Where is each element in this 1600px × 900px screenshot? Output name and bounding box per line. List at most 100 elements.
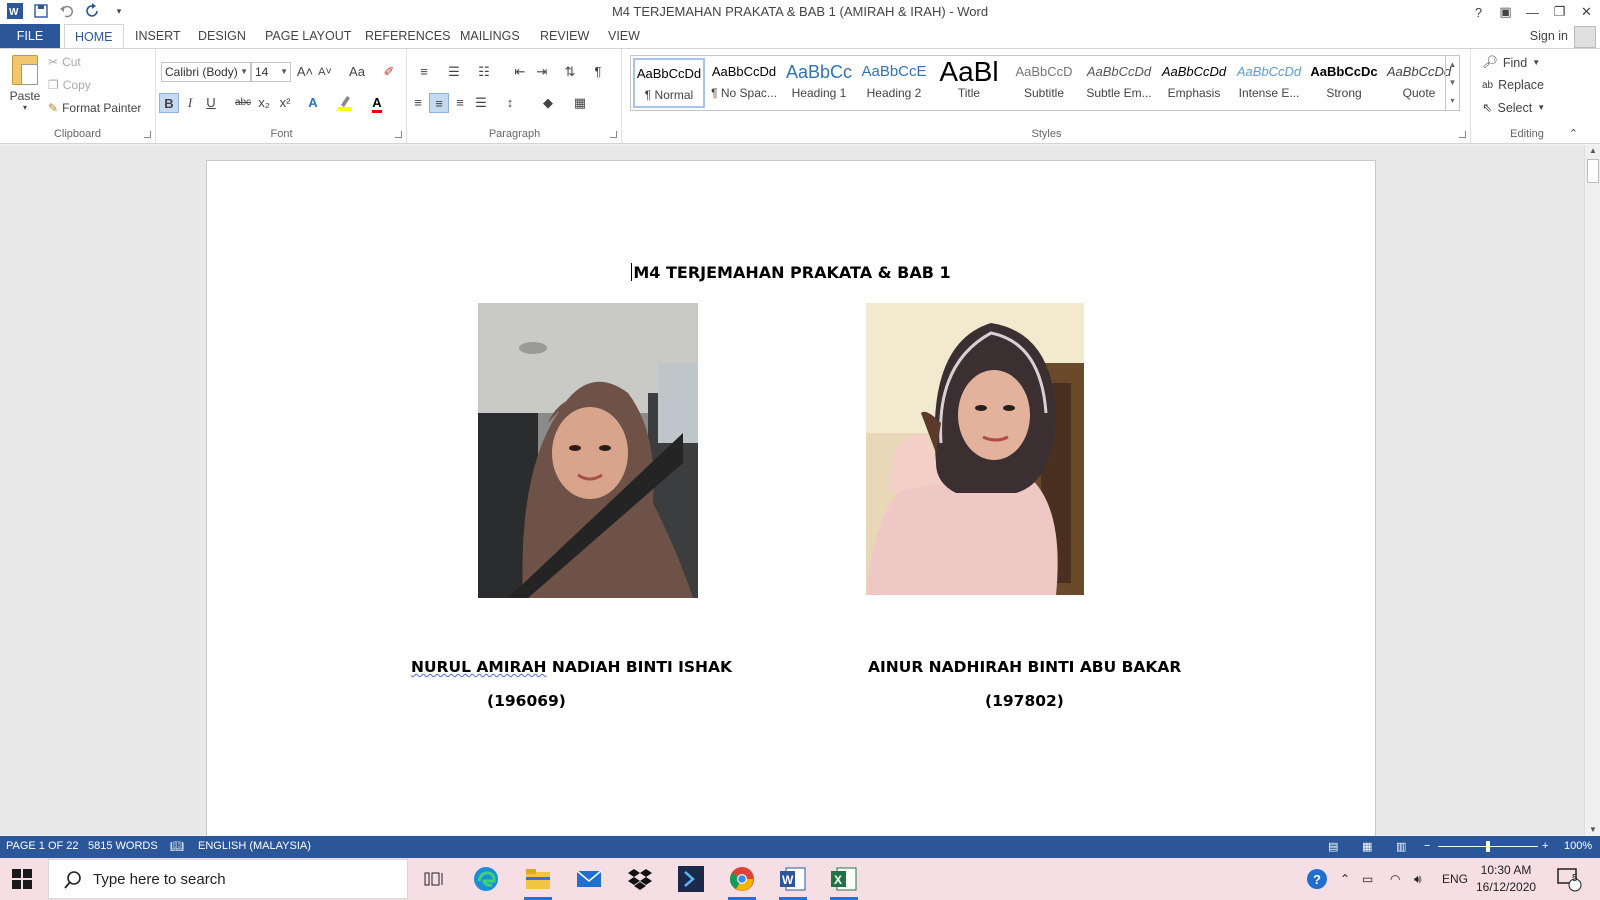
close-button[interactable]: ✕ — [1573, 0, 1600, 24]
highlight-color-button[interactable] — [335, 93, 355, 113]
help-tray-icon[interactable]: ? — [1306, 858, 1328, 900]
copy-button[interactable]: ❐ Copy — [48, 78, 91, 92]
borders-icon[interactable]: ▦ — [570, 93, 590, 113]
document-page[interactable]: M4 TERJEMAHAN PRAKATA & BAB 1 NURUL AMIR… — [206, 160, 1376, 840]
excel-taskbar-icon[interactable]: X — [828, 864, 860, 900]
photo-ainur-nadhirah[interactable] — [866, 303, 1084, 595]
font-launcher-icon[interactable] — [395, 131, 402, 138]
person-1-id[interactable]: (196069) — [487, 692, 566, 710]
word-count[interactable]: 5815 WORDS — [88, 840, 158, 852]
superscript-button[interactable]: x² — [275, 93, 295, 113]
collapse-ribbon-icon[interactable]: ⌃ — [1569, 127, 1578, 140]
photo-nurul-amirah[interactable] — [478, 303, 698, 598]
tab-insert[interactable]: INSERT — [125, 24, 191, 48]
align-right-icon[interactable]: ≡ — [450, 93, 470, 113]
bullets-icon[interactable]: ≡ — [414, 62, 434, 82]
web-layout-icon[interactable]: ▥ — [1396, 840, 1406, 853]
styles-launcher-icon[interactable] — [1459, 131, 1466, 138]
decrease-indent-icon[interactable]: ⇤ — [510, 62, 530, 82]
chrome-icon[interactable] — [726, 864, 758, 900]
increase-indent-icon[interactable]: ⇥ — [532, 62, 552, 82]
select-button[interactable]: ⇖ Select ▼ — [1482, 100, 1545, 116]
person-2-name[interactable]: AINUR NADHIRAH BINTI ABU BAKAR — [868, 658, 1181, 676]
ribbon-display-options-button[interactable]: ▣ — [1492, 0, 1519, 24]
clipboard-launcher-icon[interactable] — [144, 131, 151, 138]
scroll-down-icon[interactable]: ▼ — [1585, 825, 1600, 834]
line-spacing-icon[interactable]: ↕ — [500, 93, 520, 113]
zoom-in-icon[interactable]: + — [1542, 840, 1548, 852]
style-title[interactable]: AaBl Title — [933, 58, 1005, 108]
justify-icon[interactable]: ☰ — [471, 93, 491, 113]
dropbox-icon[interactable] — [624, 864, 656, 894]
zoom-slider-thumb[interactable] — [1486, 841, 1490, 852]
help-button[interactable]: ? — [1465, 0, 1492, 24]
font-size-select[interactable]: 14 ▼ — [251, 62, 291, 82]
language-indicator[interactable]: ENGLISH (MALAYSIA) — [198, 840, 311, 852]
document-heading[interactable]: M4 TERJEMAHAN PRAKATA & BAB 1 — [207, 263, 1375, 282]
style-heading-2[interactable]: AaBbCcE Heading 2 — [858, 58, 930, 108]
paste-button[interactable]: Paste ▾ — [8, 55, 42, 112]
input-language[interactable]: ENG — [1442, 858, 1468, 900]
multilevel-list-icon[interactable]: ☷ — [474, 62, 494, 82]
vertical-scrollbar[interactable]: ▲ ▼ — [1584, 145, 1600, 835]
text-effects-icon[interactable]: A — [303, 93, 323, 113]
style-heading-1[interactable]: AaBbCc Heading 1 — [783, 58, 855, 108]
tab-references[interactable]: REFERENCES — [355, 24, 460, 48]
tab-home[interactable]: HOME — [64, 24, 124, 49]
notification-center-icon[interactable]: 5 — [1556, 858, 1582, 900]
underline-button[interactable]: U — [201, 93, 221, 113]
restore-button[interactable]: ❐ — [1546, 0, 1573, 24]
tab-file[interactable]: FILE — [0, 24, 60, 48]
style-emphasis[interactable]: AaBbCcDd Emphasis — [1158, 58, 1230, 108]
style-subtle-emphasis[interactable]: AaBbCcDd Subtle Em... — [1083, 58, 1155, 108]
clear-formatting-icon[interactable]: ✐ — [379, 62, 399, 82]
word-taskbar-icon[interactable]: W — [777, 864, 809, 900]
cut-button[interactable]: ✂ Cut — [48, 55, 81, 69]
style-intense-emphasis[interactable]: AaBbCcDd Intense E... — [1233, 58, 1305, 108]
align-left-icon[interactable]: ≡ — [408, 93, 428, 113]
scroll-up-icon[interactable]: ▲ — [1585, 146, 1600, 155]
style-normal[interactable]: AaBbCcDd ¶ Normal — [633, 58, 705, 108]
chevron-up-icon[interactable]: ⌃ — [1340, 858, 1350, 900]
format-painter-button[interactable]: ✎ Format Painter — [48, 101, 141, 115]
shrink-font-button[interactable]: A˅ — [315, 62, 335, 82]
powershell-icon[interactable] — [675, 864, 707, 894]
style-no-spacing[interactable]: AaBbCcDd ¶ No Spac... — [708, 58, 780, 108]
font-color-button[interactable]: A — [367, 93, 387, 113]
read-mode-icon[interactable]: ▤ — [1328, 840, 1338, 853]
sort-icon[interactable]: ⇅ — [560, 62, 580, 82]
find-button[interactable]: 🔎︎ Find ▼ — [1482, 55, 1540, 70]
style-subtitle[interactable]: AaBbCcD Subtitle — [1008, 58, 1080, 108]
more-styles-icon[interactable]: ▾ — [1446, 92, 1459, 110]
align-center-icon[interactable]: ≡ — [429, 93, 449, 113]
change-case-button[interactable]: Aa — [343, 62, 371, 82]
print-layout-icon[interactable]: ▦ — [1362, 840, 1372, 853]
edge-browser-icon[interactable] — [470, 864, 502, 894]
bold-button[interactable]: B — [159, 93, 179, 113]
chevron-up-icon[interactable]: ▲ — [1446, 56, 1459, 74]
tab-mailings[interactable]: MAILINGS — [450, 24, 530, 48]
zoom-level[interactable]: 100% — [1564, 840, 1592, 852]
windows-start-icon[interactable] — [12, 869, 32, 889]
tab-view[interactable]: VIEW — [598, 24, 650, 48]
person-1-name[interactable]: NURUL AMIRAH NADIAH BINTI ISHAK — [411, 658, 732, 676]
styles-gallery-scroll[interactable]: ▲ ▼ ▾ — [1445, 56, 1459, 110]
page-count[interactable]: PAGE 1 OF 22 — [6, 840, 79, 852]
chevron-down-icon[interactable]: ▼ — [1446, 74, 1459, 92]
italic-button[interactable]: I — [180, 93, 200, 113]
replace-button[interactable]: ab Replace — [1482, 78, 1544, 92]
strikethrough-button[interactable]: abc — [233, 93, 253, 113]
minimize-button[interactable]: — — [1519, 0, 1546, 24]
tab-page-layout[interactable]: PAGE LAYOUT — [255, 24, 361, 48]
mail-icon[interactable] — [573, 864, 605, 894]
grow-font-button[interactable]: A˄ — [295, 62, 315, 82]
avatar[interactable] — [1574, 26, 1596, 48]
person-2-id[interactable]: (197802) — [985, 692, 1064, 710]
volume-icon[interactable]: 🔊︎ — [1414, 858, 1422, 900]
font-family-select[interactable]: Calibri (Body) ▼ — [161, 62, 251, 82]
task-view-icon[interactable] — [418, 864, 450, 894]
numbering-icon[interactable]: ☰ — [444, 62, 464, 82]
style-strong[interactable]: AaBbCcDc Strong — [1308, 58, 1380, 108]
taskbar-clock[interactable]: 10:30 AM 16/12/2020 — [1476, 862, 1536, 896]
tab-design[interactable]: DESIGN — [188, 24, 256, 48]
